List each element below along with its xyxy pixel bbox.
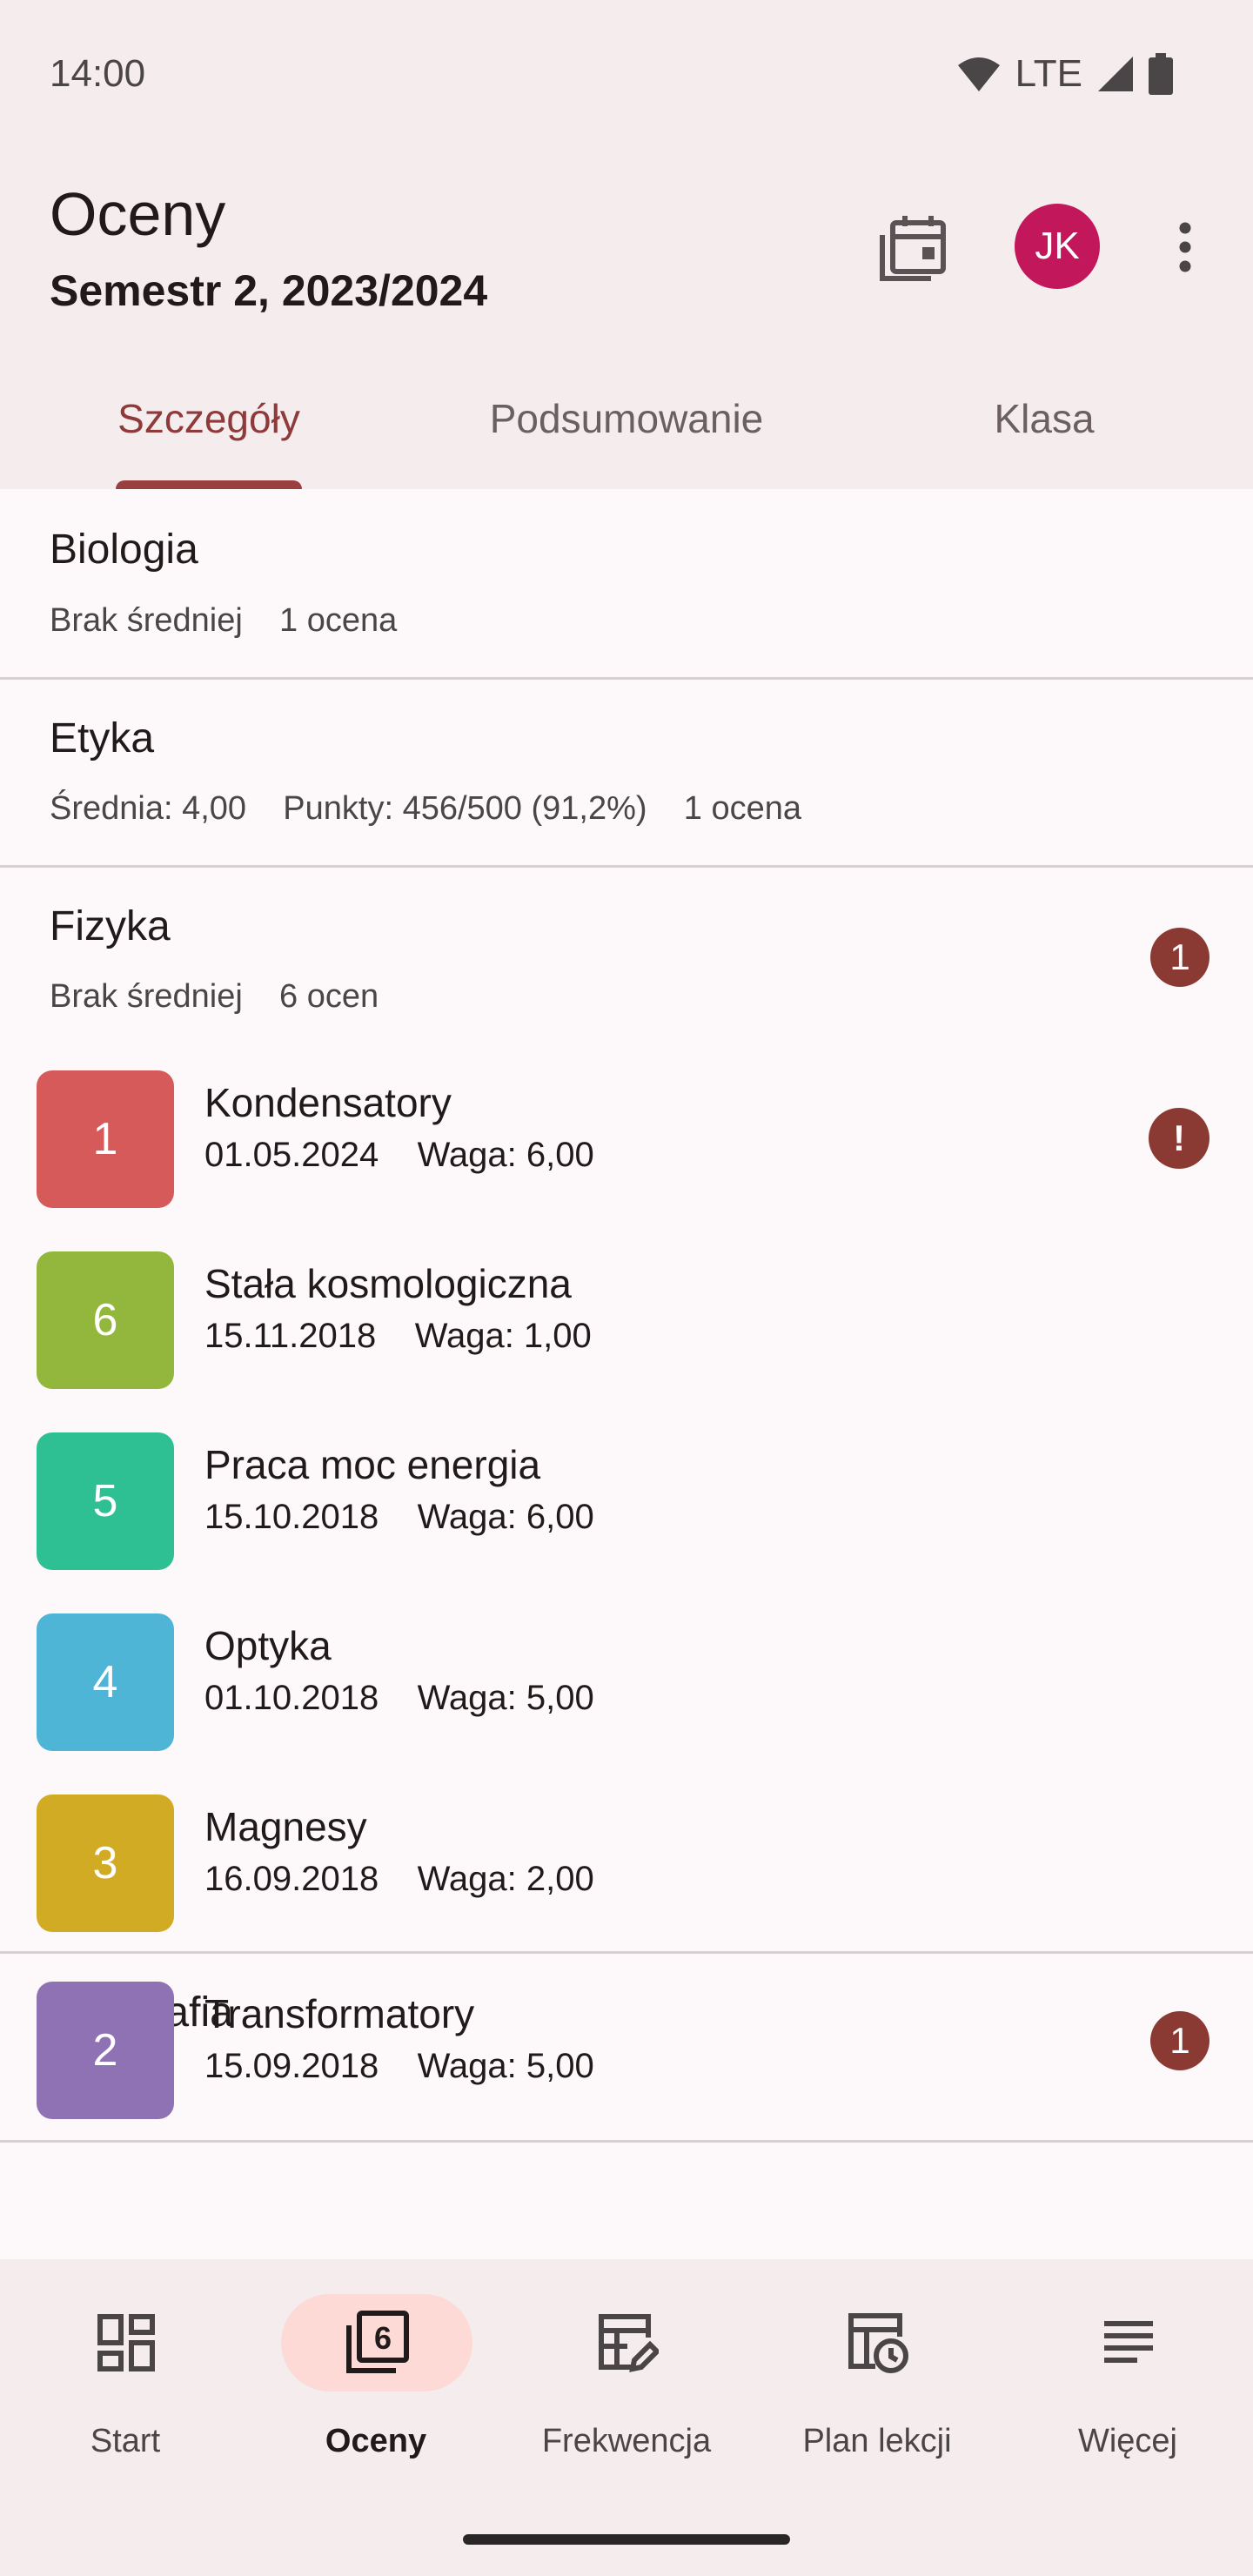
- grade-meta: 16.09.2018 Waga: 2,00: [204, 1860, 594, 1899]
- nav-label: Plan lekcji: [802, 2423, 952, 2459]
- nav-pill: [30, 2294, 222, 2392]
- grade-weight: Waga: 1,00: [414, 1317, 592, 1355]
- subject-meta: Średnia: 4,00 Punkty: 456/500 (91,2%) 1 …: [50, 790, 801, 827]
- grade-weight: Waga: 5,00: [417, 1679, 594, 1717]
- subject-name: Biologia: [50, 527, 198, 573]
- grade-name: Transformatory: [204, 1991, 475, 2036]
- grade-row[interactable]: 4 Optyka 01.10.2018 Waga: 5,00: [0, 1600, 1253, 1757]
- battery-icon: [1149, 53, 1173, 95]
- nav-oceny[interactable]: 6 Oceny: [251, 2294, 501, 2503]
- grade-weight: Waga: 6,00: [417, 1136, 594, 1174]
- nav-pill: [1033, 2294, 1224, 2392]
- subject-name: Fizyka: [50, 903, 171, 949]
- grades-list: Biologia Brak średniej 1 ocena Etyka Śre…: [0, 489, 1253, 2215]
- divider: [0, 2140, 1253, 2143]
- grade-value: 2: [37, 1982, 174, 2119]
- grade-meta: 15.11.2018 Waga: 1,00: [204, 1317, 592, 1356]
- grade-date: 15.09.2018: [204, 2047, 379, 2085]
- grade-value: 6: [37, 1251, 174, 1389]
- grade-meta: 15.10.2018 Waga: 6,00: [204, 1498, 594, 1537]
- grade-name: Praca moc energia: [204, 1442, 541, 1487]
- attendance-icon: [599, 2314, 659, 2372]
- grade-row[interactable]: 3 Magnesy 16.09.2018 Waga: 2,00: [0, 1781, 1253, 1938]
- tab-class[interactable]: Klasa: [835, 366, 1253, 472]
- calendar-icon: [880, 216, 946, 281]
- grade-name: Kondensatory: [204, 1080, 452, 1125]
- subject-name: Etyka: [50, 715, 155, 761]
- grade-row[interactable]: 2 Transformatory 15.09.2018 Waga: 5,00: [0, 1969, 1253, 2125]
- grade-date: 16.09.2018: [204, 1860, 379, 1898]
- subject-meta: Brak średniej 1 ocena: [50, 602, 398, 639]
- calendar-button[interactable]: [870, 205, 954, 289]
- grade-date: 01.10.2018: [204, 1679, 379, 1717]
- unread-badge: 1: [1150, 928, 1209, 987]
- grade-meta: 01.05.2024 Waga: 6,00: [204, 1136, 594, 1175]
- bottom-navigation: Start 6 Oceny Frekwencja Plan lekcji Wię…: [0, 2259, 1253, 2576]
- subject-fizyka[interactable]: Fizyka Brak średniej 6 ocen 1 1 Kondensa…: [0, 868, 1253, 1954]
- nav-label: Więcej: [1077, 2423, 1178, 2459]
- status-icons: LTE: [956, 52, 1173, 96]
- signal-icon: [1098, 57, 1133, 91]
- grade-value: 1: [37, 1070, 174, 1208]
- alert-icon: !: [1149, 1108, 1209, 1169]
- grade-value: 5: [37, 1432, 174, 1570]
- nav-start[interactable]: Start: [0, 2294, 251, 2503]
- tab-details[interactable]: Szczegóły: [0, 366, 418, 472]
- tab-summary[interactable]: Podsumowanie: [418, 366, 835, 472]
- semester-selector[interactable]: Semestr 2, 2023/2024: [50, 265, 487, 316]
- grade-value: 3: [37, 1794, 174, 1932]
- grade-value: 4: [37, 1613, 174, 1751]
- grade-weight: Waga: 5,00: [417, 2047, 594, 2085]
- page-title: Oceny: [50, 180, 226, 248]
- grade-name: Optyka: [204, 1623, 332, 1668]
- grade-weight: Waga: 2,00: [417, 1860, 594, 1898]
- grade-row[interactable]: 6 Stała kosmologiczna 15.11.2018 Waga: 1…: [0, 1238, 1253, 1395]
- tab-bar: Szczegóły Podsumowanie Klasa: [0, 366, 1253, 489]
- nav-pill: [532, 2294, 723, 2392]
- network-label: LTE: [1015, 52, 1082, 95]
- nav-label: Start: [90, 2423, 161, 2459]
- nav-pill: 6: [281, 2294, 472, 2392]
- app-bar: 14:00 LTE Oceny Semestr 2, 2023/2024 JK …: [0, 0, 1253, 489]
- status-time: 14:00: [50, 52, 146, 95]
- subject-etyka[interactable]: Etyka Średnia: 4,00 Punkty: 456/500 (91,…: [0, 680, 1253, 868]
- avatar[interactable]: JK: [1015, 204, 1100, 289]
- grade-meta: 15.09.2018 Waga: 5,00: [204, 2047, 594, 2086]
- grade-date: 15.11.2018: [204, 1317, 377, 1355]
- timetable-icon: [848, 2313, 908, 2373]
- dashboard-icon: [97, 2314, 155, 2371]
- grade-weight: Waga: 6,00: [417, 1498, 594, 1536]
- grade-name: Magnesy: [204, 1804, 367, 1849]
- menu-icon: [1104, 2321, 1153, 2363]
- grade-row[interactable]: 5 Praca moc energia 15.10.2018 Waga: 6,0…: [0, 1419, 1253, 1576]
- nav-wiecej[interactable]: Więcej: [1002, 2294, 1253, 2503]
- tab-indicator: [116, 480, 302, 489]
- subject-biologia[interactable]: Biologia Brak średniej 1 ocena: [0, 489, 1253, 680]
- subject-meta: Brak średniej 6 ocen: [50, 978, 379, 1015]
- svg-text:6: 6: [374, 2320, 392, 2356]
- nav-pill: [782, 2294, 974, 2392]
- more-vert-icon: [1179, 222, 1191, 272]
- grade-name: Stała kosmologiczna: [204, 1261, 572, 1306]
- nav-plan-lekcji[interactable]: Plan lekcji: [752, 2294, 1002, 2503]
- grade-date: 01.05.2024: [204, 1136, 379, 1174]
- grades-icon: 6: [346, 2311, 409, 2373]
- grade-row[interactable]: 1 Kondensatory 01.05.2024 Waga: 6,00 !: [0, 1057, 1253, 1214]
- more-options-button[interactable]: [1157, 205, 1213, 289]
- wifi-icon: [957, 57, 1000, 91]
- grade-meta: 01.10.2018 Waga: 5,00: [204, 1679, 594, 1718]
- nav-label: Frekwencja: [541, 2423, 712, 2459]
- grade-date: 15.10.2018: [204, 1498, 379, 1536]
- nav-label: Oceny: [325, 2423, 427, 2459]
- nav-frekwencja[interactable]: Frekwencja: [501, 2294, 752, 2503]
- home-indicator[interactable]: [463, 2534, 790, 2545]
